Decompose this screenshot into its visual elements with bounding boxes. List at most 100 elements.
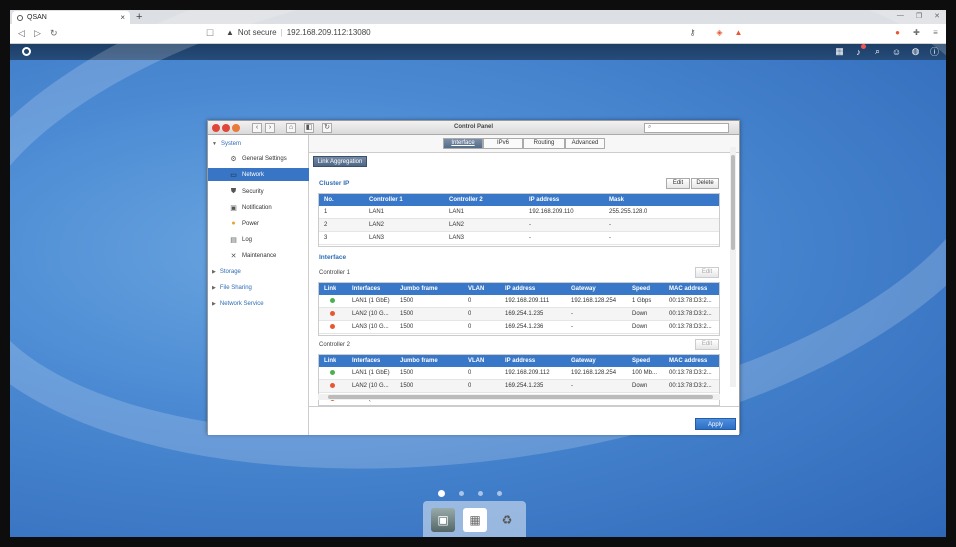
controller1-edit-button[interactable]: Edit xyxy=(695,267,719,278)
chevron-right-icon: ▶ xyxy=(212,284,216,291)
table-cell: LAN2 xyxy=(449,222,465,228)
table-cell: - xyxy=(609,235,611,241)
column-header: VLAN xyxy=(468,358,485,364)
table-row[interactable]: LAN2 (10 G... 1500 0 169.254.1.235 - Dow… xyxy=(319,380,719,393)
sidebar-item-notification[interactable]: ▣ Notification xyxy=(208,201,309,214)
chevron-down-icon: ▼ xyxy=(212,140,217,147)
storage-app-icon[interactable]: ▣ xyxy=(431,508,455,532)
page-dot[interactable] xyxy=(459,491,464,496)
panel-search-input[interactable]: ⌕ xyxy=(644,123,729,133)
table-header: Link Interfaces Jumbo frame VLAN IP addr… xyxy=(319,355,719,367)
table-cell: 169.254.1.235 xyxy=(505,383,544,389)
link-status-icon xyxy=(330,295,335,307)
table-cell: 1500 xyxy=(400,324,414,330)
sidebar-category-file-sharing[interactable]: ▶ File Sharing xyxy=(208,281,309,294)
table-row[interactable]: LAN1 (1 GbE) 1500 0 192.168.209.111 192.… xyxy=(319,295,719,308)
sidebar-item-power[interactable]: ● Power xyxy=(208,217,309,230)
sidebar-item-log[interactable]: ▤ Log xyxy=(208,233,309,246)
column-header: IP address xyxy=(505,286,536,292)
table-cell: 1500 xyxy=(400,311,414,317)
vertical-scrollbar[interactable] xyxy=(730,147,736,387)
table-row[interactable]: 3 LAN3 LAN3 - - xyxy=(319,232,719,245)
control-panel-app-icon[interactable]: ▦ xyxy=(463,508,487,532)
tab-advanced[interactable]: Advanced xyxy=(565,138,605,149)
table-row[interactable]: LAN2 (10 G... 1500 0 169.254.1.235 - Dow… xyxy=(319,308,719,321)
tab-ipv6[interactable]: IPv6 xyxy=(483,138,523,149)
sidebar-item-maintenance[interactable]: ✕ Maintenance xyxy=(208,249,309,262)
page-dot[interactable] xyxy=(478,491,483,496)
sidebar-item-general-settings[interactable]: ⚙ General Settings xyxy=(208,152,309,165)
browser-window: QSAN × + — ❐ ✕ ◁ ▷ ↻ ☐ ▲ Not secure | 19… xyxy=(10,10,946,537)
table-cell: 0 xyxy=(468,324,472,330)
new-tab-icon[interactable]: + xyxy=(136,11,142,23)
sidebar-category-storage[interactable]: ▶ Storage xyxy=(208,265,309,278)
page-dot[interactable] xyxy=(497,491,502,496)
table-cell: - xyxy=(571,324,573,330)
table-cell: 3 xyxy=(324,235,328,241)
table-row[interactable]: LAN1 (1 GbE) 1500 0 192.168.209.112 192.… xyxy=(319,367,719,380)
table-cell: 00:13:78:D3:2... xyxy=(669,311,712,317)
sidebar-item-security[interactable]: ⛊ Security xyxy=(208,185,309,198)
table-cell: 0 xyxy=(468,370,472,376)
link-status-icon xyxy=(330,321,335,333)
table-cell: 192.168.128.254 xyxy=(571,370,617,376)
table-cell: LAN3 xyxy=(369,235,385,241)
table-cell: 100 Mb... xyxy=(632,370,658,376)
search-icon: ⌕ xyxy=(648,124,652,130)
cluster-edit-button[interactable]: Edit xyxy=(666,178,690,189)
table-cell: 192.168.128.254 xyxy=(571,298,617,304)
column-header: Speed xyxy=(632,358,651,364)
tab-strip: Interface IPv6 Routing Advanced xyxy=(309,135,739,153)
browser-tab[interactable]: QSAN × xyxy=(12,11,130,24)
horizontal-scrollbar[interactable] xyxy=(318,394,720,400)
table-cell: Down xyxy=(632,311,648,317)
qsan-favicon-icon xyxy=(17,14,23,21)
sidebar-item-label: Log xyxy=(242,236,253,243)
column-header: Controller 2 xyxy=(449,197,483,203)
scroll-thumb[interactable] xyxy=(731,155,735,250)
back-icon[interactable]: ◁ xyxy=(18,28,25,39)
log-icon: ▤ xyxy=(230,236,237,244)
column-header: MAC address xyxy=(669,358,708,364)
dock: ▣ ▦ ♻ xyxy=(423,501,526,537)
trash-icon[interactable]: ♻ xyxy=(495,508,519,532)
table-cell: 192.168.209.111 xyxy=(505,298,550,304)
controller2-edit-button[interactable]: Edit xyxy=(695,339,719,350)
table-cell: - xyxy=(529,235,531,241)
reload-icon[interactable]: ↻ xyxy=(50,28,58,39)
sidebar-category-network-service[interactable]: ▶ Network Service xyxy=(208,297,309,310)
apply-button[interactable]: Apply xyxy=(695,418,736,430)
cluster-delete-button[interactable]: Delete xyxy=(691,178,719,189)
column-header: Interfaces xyxy=(352,358,381,364)
table-header: Link Interfaces Jumbo frame VLAN IP addr… xyxy=(319,283,719,295)
column-header: Link xyxy=(324,358,337,364)
column-header: Link xyxy=(324,286,337,292)
link-aggregation-button[interactable]: Link Aggregation xyxy=(313,156,367,167)
scroll-thumb[interactable] xyxy=(328,395,713,399)
table-cell: 00:13:78:D3:2... xyxy=(669,298,712,304)
table-row[interactable]: 2 LAN2 LAN2 - - xyxy=(319,219,719,232)
tab-routing[interactable]: Routing xyxy=(523,138,565,149)
table-cell: 0 xyxy=(468,311,472,317)
column-header: IP address xyxy=(529,197,560,203)
tab-interface[interactable]: Interface xyxy=(443,138,483,149)
sidebar-item-network[interactable]: ▭ Network xyxy=(208,168,309,181)
close-tab-icon[interactable]: × xyxy=(120,13,125,22)
column-header: Jumbo frame xyxy=(400,358,438,364)
forward-icon[interactable]: ▷ xyxy=(34,28,41,39)
control-panel-titlebar[interactable]: ‹ › ⌂ ◧ ↻ Control Panel ⌕ xyxy=(208,121,739,135)
sidebar-category-system[interactable]: ▼ System xyxy=(208,137,309,150)
table-row[interactable]: 1 LAN1 LAN1 192.168.209.110 255.255.128.… xyxy=(319,206,719,219)
column-header: Gateway xyxy=(571,358,596,364)
table-row[interactable]: LAN3 (10 G... 1500 0 169.254.1.236 - Dow… xyxy=(319,321,719,334)
column-header: Jumbo frame xyxy=(400,286,438,292)
link-status-icon xyxy=(330,367,335,379)
table-cell: LAN2 (10 G... xyxy=(352,311,389,317)
table-cell: LAN2 xyxy=(369,222,385,228)
interface-title: Interface xyxy=(319,254,347,261)
table-cell: 192.168.209.112 xyxy=(505,370,550,376)
desktop-pager xyxy=(438,490,502,497)
qsan-logo-icon[interactable] xyxy=(22,47,31,56)
page-dot[interactable] xyxy=(438,490,445,497)
controller1-interface-table: Link Interfaces Jumbo frame VLAN IP addr… xyxy=(318,282,720,336)
